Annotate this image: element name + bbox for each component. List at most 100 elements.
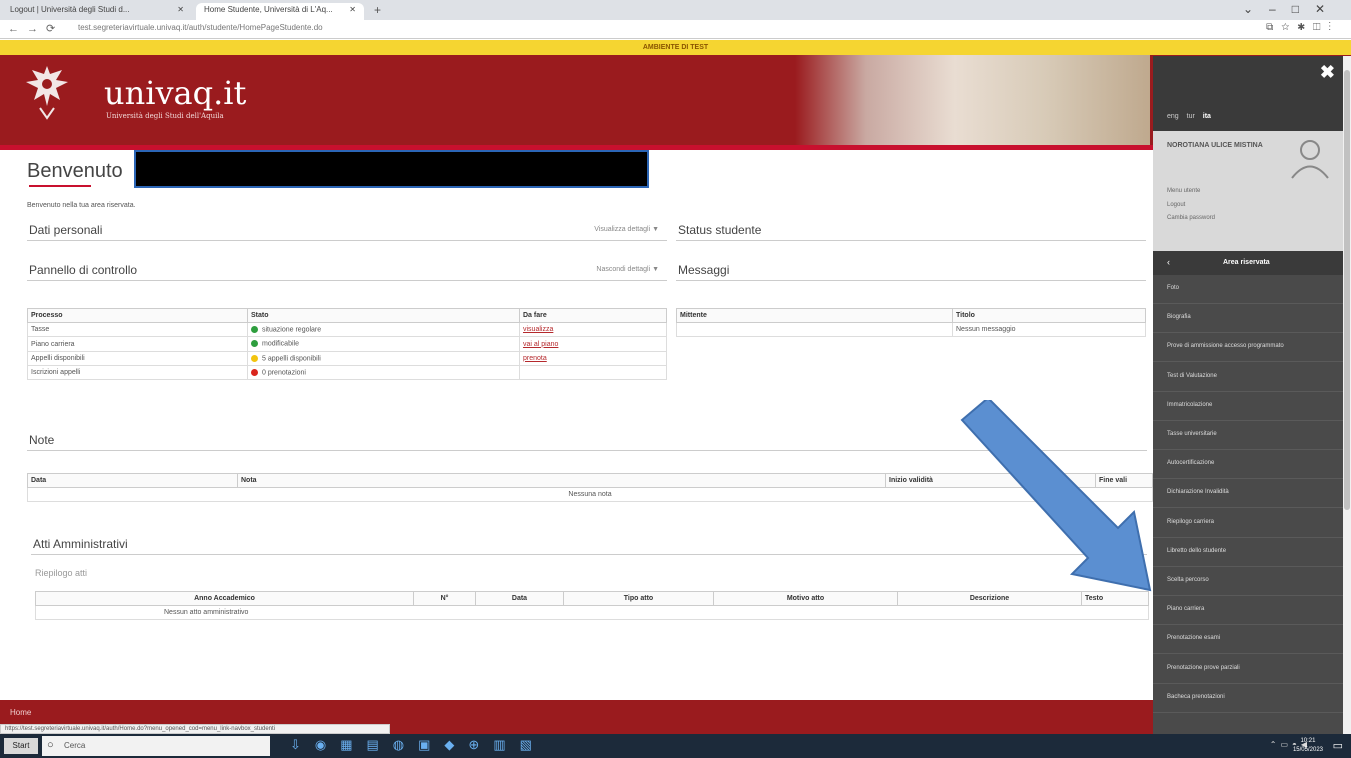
address-bar: ←→⟳ test.segreteriavirtuale.univaq.it/au…: [0, 20, 1351, 39]
stato-cell: 5 appelli disponibili: [247, 350, 520, 367]
close-tab-icon[interactable]: ✕: [349, 5, 356, 14]
section-status-studente: Status studente: [676, 220, 1146, 241]
area-label: Area riservata: [1223, 259, 1270, 266]
section-title: Dati personali: [29, 223, 103, 237]
browser-tab-home[interactable]: Home Studente, Università di L'Aq... ✕: [196, 3, 364, 20]
status-url: https://test.segreteriavirtuale.univaq.i…: [0, 724, 390, 734]
sidebar-item-label: Prenotazione prove parziali: [1167, 664, 1240, 671]
browser-tab-logout[interactable]: Logout | Università degli Studi d... ✕: [2, 3, 192, 20]
sidebar-item[interactable]: Immatricolazione: [1153, 392, 1343, 421]
side-menu: ✖ eng tur ita NOROTIANA ULICE MISTINA Me…: [1153, 56, 1343, 734]
new-tab-button[interactable]: +: [374, 3, 381, 17]
scrollbar-thumb[interactable]: [1344, 70, 1350, 510]
sidebar-item[interactable]: Test di Valutazione: [1153, 363, 1343, 392]
area-riservata-header[interactable]: ‹ Area riservata: [1153, 251, 1343, 275]
processo-cell: Appelli disponibili: [27, 350, 248, 367]
sidebar-item-label: Tasse universitarie: [1167, 431, 1217, 437]
table-row: Piano carriera modificabile vai al piano: [27, 336, 667, 352]
atti-subtitle: Riepilogo atti: [35, 568, 88, 578]
window-controls[interactable]: ⌄–□✕: [1243, 2, 1341, 16]
section-pannello[interactable]: Pannello di controllo Nascondi dettagli …: [27, 260, 667, 281]
sidebar-item[interactable]: Biografia: [1153, 304, 1343, 334]
logo-text[interactable]: univaq.it: [104, 74, 246, 112]
status-dot-icon: [251, 369, 258, 377]
sidebar-item[interactable]: Tasse universitarie: [1153, 421, 1343, 450]
action-link[interactable]: prenota: [523, 355, 547, 362]
sidebar-item[interactable]: Prenotazione esami: [1153, 625, 1343, 655]
change-password-link[interactable]: Cambia password: [1167, 215, 1215, 221]
start-button[interactable]: Start: [4, 738, 38, 754]
close-tab-icon[interactable]: ✕: [177, 5, 184, 14]
footer-home-link[interactable]: Home: [10, 708, 31, 717]
chevron-left-icon[interactable]: ‹: [1167, 257, 1170, 267]
column-header: Titolo: [952, 308, 1146, 323]
stato-cell: modificabile: [247, 336, 520, 352]
extensions-icon[interactable]: ⧉☆✱◫⋮: [1266, 22, 1339, 33]
taskbar-search[interactable]: ○ Cerca: [42, 736, 270, 756]
nav-buttons-icon[interactable]: ←→⟳: [8, 22, 63, 35]
status-dot-icon: [251, 354, 258, 362]
sidebar-item[interactable]: Dichiarazione Invalidità: [1153, 479, 1343, 509]
sidebar-item-label: Piano carriera: [1167, 606, 1205, 613]
sidebar-item[interactable]: Scelta percorso: [1153, 567, 1343, 596]
user-menu-link[interactable]: Menu utente: [1167, 188, 1200, 194]
taskbar-apps-icon[interactable]: ⇩◉▦▤◍▣◆⊕▥▧: [290, 737, 546, 753]
sidebar-item-label: Prove di ammissione accesso programmato: [1167, 343, 1284, 350]
section-title: Note: [29, 433, 55, 447]
header-photo: [795, 55, 1150, 145]
section-title: Atti Amministrativi: [33, 537, 128, 551]
logo-subtitle: Università degli Studi dell'Aquila: [106, 112, 224, 120]
section-title: Status studente: [678, 223, 762, 237]
sidebar-item[interactable]: Prenotazione prove parziali: [1153, 655, 1343, 684]
processo-cell: Iscrizioni appelli: [27, 365, 248, 381]
scrollbar[interactable]: [1343, 56, 1351, 734]
redacted-name-box: [134, 150, 649, 188]
sidebar-item[interactable]: Libretto dello studente: [1153, 538, 1343, 567]
sidebar-item[interactable]: Piano carriera: [1153, 596, 1343, 626]
avatar-icon[interactable]: [1289, 137, 1331, 179]
url-field[interactable]: test.segreteriavirtuale.univaq.it/auth/s…: [78, 23, 323, 32]
section-messaggi: Messaggi: [676, 260, 1146, 281]
sidebar-item-label: Scelta percorso: [1167, 577, 1209, 583]
column-header: Stato: [247, 308, 520, 323]
action-cell: prenota: [519, 350, 667, 367]
logout-link[interactable]: Logout: [1167, 202, 1185, 208]
action-cell: [519, 365, 667, 381]
sidebar-item[interactable]: Autocertificazione: [1153, 450, 1343, 480]
empty-atti: Nessun atto amministrativo: [35, 605, 1149, 620]
column-header: N°: [413, 591, 476, 606]
toggle-details-link[interactable]: Visualizza dettagli ▼: [594, 226, 659, 233]
sidebar-item-label: Biografia: [1167, 314, 1191, 321]
section-title: Messaggi: [678, 263, 730, 277]
table-row: Nessun messaggio: [676, 322, 1146, 337]
sidebar-item[interactable]: Foto: [1153, 275, 1343, 304]
welcome-intro: Benvenuto nella tua area riservata.: [27, 202, 136, 209]
annotation-arrow-icon: [960, 400, 1152, 592]
lang-tur[interactable]: tur: [1187, 113, 1195, 120]
table-row: Tasse situazione regolare visualizza: [27, 321, 667, 338]
lang-eng[interactable]: eng: [1167, 113, 1179, 120]
action-link[interactable]: vai al piano: [523, 341, 558, 348]
sidebar-item[interactable]: Bacheca prenotazioni: [1153, 684, 1343, 713]
empty-message: Nessun messaggio: [952, 322, 1146, 337]
column-header: Da fare: [519, 308, 667, 323]
notification-icon[interactable]: ▭: [1333, 739, 1343, 752]
column-header: Mittente: [676, 308, 953, 323]
section-dati-personali[interactable]: Dati personali Visualizza dettagli ▼: [27, 220, 667, 241]
eagle-logo-icon[interactable]: [22, 62, 72, 120]
sidebar-item-label: Immatricolazione: [1167, 401, 1213, 408]
toggle-details-link[interactable]: Nascondi dettagli ▼: [596, 266, 659, 273]
stato-cell: 0 prenotazioni: [247, 365, 520, 381]
table-row: Nessun atto amministrativo: [35, 605, 1149, 620]
sidebar-item[interactable]: Prove di ammissione accesso programmato: [1153, 333, 1343, 363]
close-icon[interactable]: ✖: [1320, 62, 1335, 83]
sidebar-item-label: Prenotazione esami: [1167, 635, 1221, 642]
lang-ita[interactable]: ita: [1203, 113, 1211, 120]
column-header: Anno Accademico: [35, 591, 414, 606]
sidebar-item[interactable]: Riepilogo carriera: [1153, 509, 1343, 538]
clock: 10:21 15/05/2023: [1292, 738, 1323, 753]
action-link[interactable]: visualizza: [523, 326, 553, 333]
title-underline: [29, 185, 91, 187]
status-dot-icon: [251, 340, 258, 348]
sidebar-item-label: Autocertificazione: [1167, 460, 1215, 467]
